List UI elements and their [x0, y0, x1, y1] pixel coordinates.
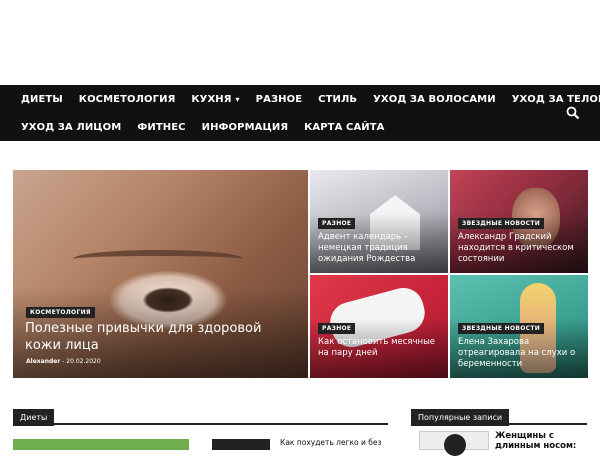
nav-item-style[interactable]: СТИЛЬ	[310, 94, 365, 105]
post-title[interactable]: Полезные привычки для здоровой кожи лица	[25, 320, 285, 354]
featured-post-4[interactable]: ЗВЕЗДНЫЕ НОВОСТИ Елена Захарова отреагир…	[450, 275, 588, 378]
nav-item-face-care[interactable]: УХОД ЗА ЛИЦОМ	[0, 122, 129, 133]
post-title-snippet[interactable]: Как похудеть легко и без	[280, 438, 382, 447]
featured-post-1[interactable]: РАЗНОЕ Адвент календарь – немецкая тради…	[310, 170, 448, 273]
avatar	[444, 434, 466, 456]
section-diets-header: Диеты	[13, 405, 388, 426]
section-title[interactable]: Диеты	[13, 409, 55, 426]
category-badge[interactable]: КОСМЕТОЛОГИЯ	[26, 307, 95, 318]
nav-item-fitness[interactable]: ФИТНЕС	[129, 122, 193, 133]
post-title[interactable]: Как остановить месячные на пару дней	[318, 337, 443, 359]
nav-item-hair-care[interactable]: УХОД ЗА ВОЛОСАМИ	[365, 94, 504, 105]
post-title[interactable]: Александр Градский находится в критическ…	[458, 232, 583, 265]
post-meta: Alexander - 20.02.2020	[26, 358, 101, 365]
featured-post-3[interactable]: РАЗНОЕ Как остановить месячные на пару д…	[310, 275, 448, 378]
category-badge[interactable]: ЗВЕЗДНЫЕ НОВОСТИ	[458, 218, 545, 229]
nav-item-sitemap[interactable]: КАРТА САЙТА	[296, 122, 392, 133]
section-popular-header: Популярные записи	[411, 405, 587, 426]
nav-item-info[interactable]: ИНФОРМАЦИЯ	[194, 122, 297, 133]
nav-row-2: УХОД ЗА ЛИЦОМ ФИТНЕС ИНФОРМАЦИЯ КАРТА СА…	[0, 113, 393, 141]
popular-post-title[interactable]: Женщины с длинным носом:	[495, 431, 590, 451]
nav-item-diets[interactable]: ДИЕТЫ	[0, 94, 71, 105]
post-thumbnail[interactable]	[13, 439, 189, 450]
post-title[interactable]: Елена Захарова отреагировала на слухи о …	[458, 337, 583, 370]
category-badge[interactable]: РАЗНОЕ	[318, 323, 356, 334]
nav-item-body-care[interactable]: УХОД ЗА ТЕЛОМ	[504, 94, 600, 105]
nav-item-kitchen[interactable]: КУХНЯ ▾	[183, 94, 247, 105]
nav-item-kitchen-label: КУХНЯ	[191, 93, 232, 105]
image-brow	[73, 250, 243, 268]
nav-row-1: ДИЕТЫ КОСМЕТОЛОГИЯ КУХНЯ ▾ РАЗНОЕ СТИЛЬ …	[0, 85, 600, 113]
chevron-down-icon: ▾	[235, 94, 240, 104]
search-icon[interactable]	[566, 105, 580, 120]
post-thumbnail[interactable]	[212, 439, 270, 450]
popular-post-thumbnail[interactable]	[419, 431, 489, 456]
featured-big-post[interactable]: КОСМЕТОЛОГИЯ Полезные привычки для здоро…	[13, 170, 308, 378]
post-title[interactable]: Адвент календарь – немецкая традиция ожи…	[318, 232, 443, 265]
post-author[interactable]: Alexander	[26, 358, 60, 365]
featured-post-2[interactable]: ЗВЕЗДНЫЕ НОВОСТИ Александр Градский нахо…	[450, 170, 588, 273]
main-navigation: ДИЕТЫ КОСМЕТОЛОГИЯ КУХНЯ ▾ РАЗНОЕ СТИЛЬ …	[0, 85, 600, 141]
nav-item-cosmetology[interactable]: КОСМЕТОЛОГИЯ	[71, 94, 184, 105]
header-blank	[0, 0, 600, 85]
section-title: Популярные записи	[411, 409, 510, 426]
post-date: 20.02.2020	[66, 358, 101, 365]
category-badge[interactable]: РАЗНОЕ	[318, 218, 356, 229]
category-badge[interactable]: ЗВЕЗДНЫЕ НОВОСТИ	[458, 323, 545, 334]
featured-grid: КОСМЕТОЛОГИЯ Полезные привычки для здоро…	[13, 170, 588, 378]
nav-item-misc[interactable]: РАЗНОЕ	[248, 94, 310, 105]
